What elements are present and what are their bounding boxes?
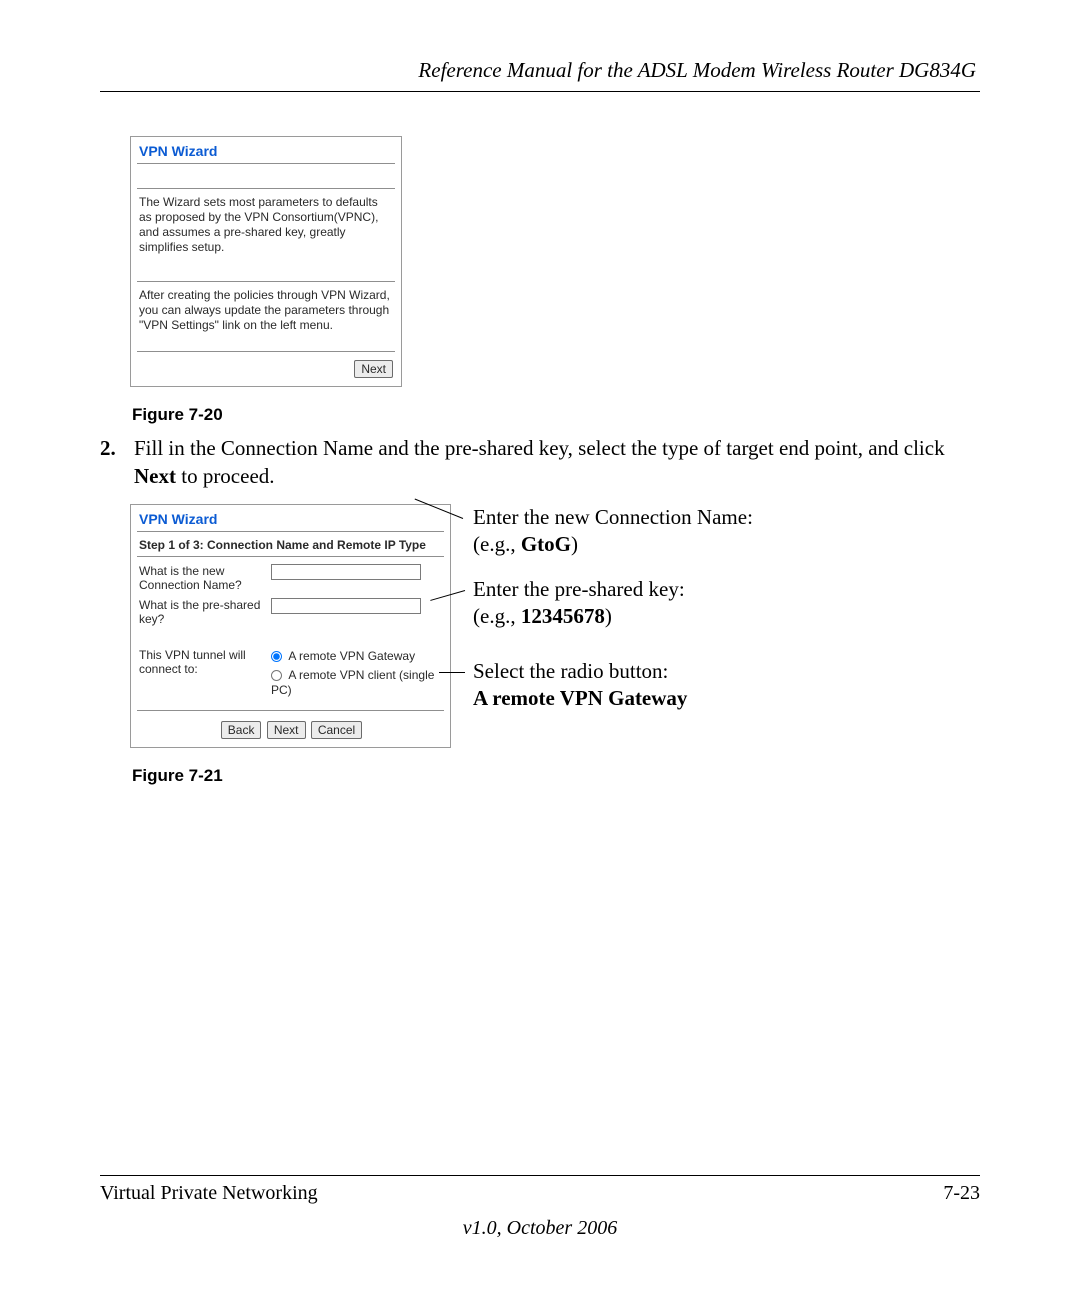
figure-caption-7-20: Figure 7-20 (132, 405, 980, 425)
step-number: 2. (100, 435, 134, 490)
divider (137, 163, 395, 164)
tunnel-connect-label: This VPN tunnel will connect to: (137, 645, 269, 699)
divider (137, 710, 444, 711)
divider (137, 556, 444, 557)
divider (137, 281, 395, 282)
vpn-wizard-intro-panel: VPN Wizard The Wizard sets most paramete… (130, 136, 402, 387)
table-row: This VPN tunnel will connect to: A remot… (137, 645, 444, 699)
back-button[interactable]: Back (221, 721, 262, 739)
preshared-key-label: What is the pre-shared key? (137, 595, 269, 629)
connection-name-label: What is the new Connection Name? (137, 561, 269, 595)
figure-caption-7-21: Figure 7-21 (132, 766, 980, 786)
divider (137, 351, 395, 352)
step-text: Fill in the Connection Name and the pre-… (134, 435, 978, 490)
callout-preshared-key: Enter the pre-shared key: (e.g., 1234567… (473, 576, 813, 630)
page-header-title: Reference Manual for the ADSL Modem Wire… (100, 58, 980, 83)
header-rule (100, 91, 980, 92)
callout-leader-line (439, 672, 465, 673)
next-button[interactable]: Next (354, 360, 393, 378)
table-row: What is the pre-shared key? (137, 595, 444, 629)
remote-client-radio[interactable] (271, 670, 282, 681)
divider (137, 188, 395, 189)
remote-gateway-radio[interactable] (271, 651, 282, 662)
wizard-intro-paragraph-1: The Wizard sets most parameters to defau… (137, 193, 395, 257)
table-row: What is the new Connection Name? (137, 561, 444, 595)
vpn-wizard-title: VPN Wizard (137, 511, 444, 529)
next-button[interactable]: Next (267, 721, 306, 739)
cancel-button[interactable]: Cancel (311, 721, 362, 739)
vpn-wizard-step1-panel: VPN Wizard Step 1 of 3: Connection Name … (130, 504, 451, 747)
remote-client-radio-label: A remote VPN client (single PC) (271, 668, 434, 697)
footer-section-title: Virtual Private Networking (100, 1182, 318, 1205)
preshared-key-field[interactable] (271, 598, 421, 614)
divider (137, 531, 444, 532)
footer-rule (100, 1175, 980, 1176)
callout-column: Enter the new Connection Name: (e.g., Gt… (473, 504, 813, 711)
wizard-step-label: Step 1 of 3: Connection Name and Remote … (137, 536, 444, 554)
connection-name-field[interactable] (271, 564, 421, 580)
footer-version: v1.0, October 2006 (100, 1217, 980, 1240)
remote-gateway-radio-label: A remote VPN Gateway (288, 649, 415, 663)
page-number: 7-23 (943, 1182, 980, 1205)
vpn-wizard-title: VPN Wizard (137, 143, 395, 161)
wizard-intro-paragraph-2: After creating the policies through VPN … (137, 286, 395, 335)
callout-radio-select: Select the radio button: A remote VPN Ga… (473, 658, 813, 712)
callout-connection-name: Enter the new Connection Name: (e.g., Gt… (473, 504, 813, 558)
